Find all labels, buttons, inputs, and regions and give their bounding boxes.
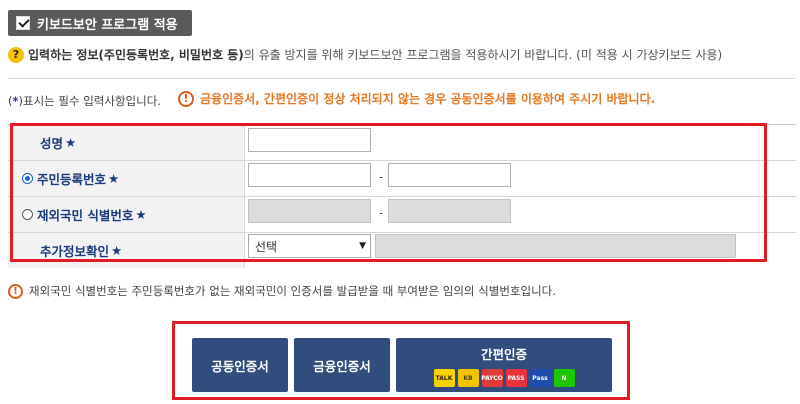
- footnote-text: 재외국민 식별번호는 주민등록번호가 없는 재외국민이 인증서를 발급받을 때 …: [29, 284, 556, 298]
- question-icon: ?: [8, 46, 24, 63]
- divider: [8, 78, 796, 79]
- kb-logo-icon: KB: [457, 369, 479, 387]
- payco-logo-icon: PAYCO: [481, 369, 503, 387]
- info-normal-text: 의 유출 방지를 위해 키보드보안 프로그램을 적용하시기 바랍니다. (미 적…: [243, 48, 723, 62]
- extra-select[interactable]: 선택 ▼: [248, 234, 371, 258]
- foreign-dash: -: [379, 206, 384, 220]
- rrn-back-input[interactable]: [388, 163, 511, 187]
- warning-text: 금융인증서, 간편인증이 정상 처리되지 않는 경우 공동인증서를 이용하여 주…: [200, 92, 656, 106]
- alert-icon: !: [178, 90, 194, 107]
- form-row-foreign: 재외국민 식별번호 ★ -: [8, 197, 796, 233]
- checkbox-icon[interactable]: [16, 16, 30, 30]
- name-input[interactable]: [248, 128, 371, 152]
- identity-form: 성명 ★ 주민등록번호 ★ - 재외국민 식별번호 ★ - 추가정보확인 ★ 선택 ▼: [8, 124, 796, 268]
- kakao-talk-logo-icon: TALK: [433, 369, 455, 387]
- required-notice: (*)표시는 필수 입력사항입니다.: [8, 94, 161, 108]
- name-label: 성명 ★: [8, 125, 245, 160]
- form-row-rrn: 주민등록번호 ★ -: [8, 161, 796, 197]
- warning-notice: ! 금융인증서, 간편인증이 정상 처리되지 않는 경우 공동인증서를 이용하여…: [178, 90, 655, 107]
- rrn-front-input[interactable]: [248, 163, 371, 187]
- foreign-label[interactable]: 재외국민 식별번호 ★: [8, 197, 245, 232]
- foreign-radio[interactable]: [22, 209, 33, 220]
- keyboard-security-info: ? 입력하는 정보(주민등록번호, 비밀번호 등) 의 유출 방지를 위해 키보…: [8, 46, 722, 63]
- dropdown-arrow-icon: ▼: [359, 241, 366, 251]
- extra-label: 추가정보확인 ★: [8, 233, 245, 268]
- alert-icon: !: [8, 283, 23, 299]
- extra-input[interactable]: [375, 234, 736, 258]
- joint-certificate-button[interactable]: 공동인증서: [192, 338, 288, 392]
- naver-logo-icon: N: [553, 369, 575, 387]
- foreign-front-input[interactable]: [248, 199, 371, 223]
- simple-auth-button[interactable]: 간편인증 TALK KB PAYCO PASS Pass N: [396, 338, 612, 392]
- rrn-dash: -: [379, 170, 384, 184]
- samsung-pass-logo-icon: Pass: [529, 369, 551, 387]
- financial-certificate-button[interactable]: 금융인증서: [294, 338, 390, 392]
- pass-logo-icon: PASS: [505, 369, 527, 387]
- rrn-radio[interactable]: [22, 173, 33, 184]
- form-row-name: 성명 ★: [8, 125, 796, 161]
- form-row-extra: 추가정보확인 ★ 선택 ▼: [8, 233, 796, 268]
- footnote: ! 재외국민 식별번호는 주민등록번호가 없는 재외국민이 인증서를 발급받을 …: [8, 283, 556, 299]
- rrn-label[interactable]: 주민등록번호 ★: [8, 161, 245, 196]
- info-bold-text: 입력하는 정보(주민등록번호, 비밀번호 등): [28, 48, 244, 62]
- keyboard-security-label: 키보드보안 프로그램 적용: [37, 17, 178, 33]
- keyboard-security-toggle[interactable]: 키보드보안 프로그램 적용: [8, 10, 192, 36]
- foreign-back-input[interactable]: [388, 199, 511, 223]
- provider-logos: TALK KB PAYCO PASS Pass N: [433, 369, 575, 387]
